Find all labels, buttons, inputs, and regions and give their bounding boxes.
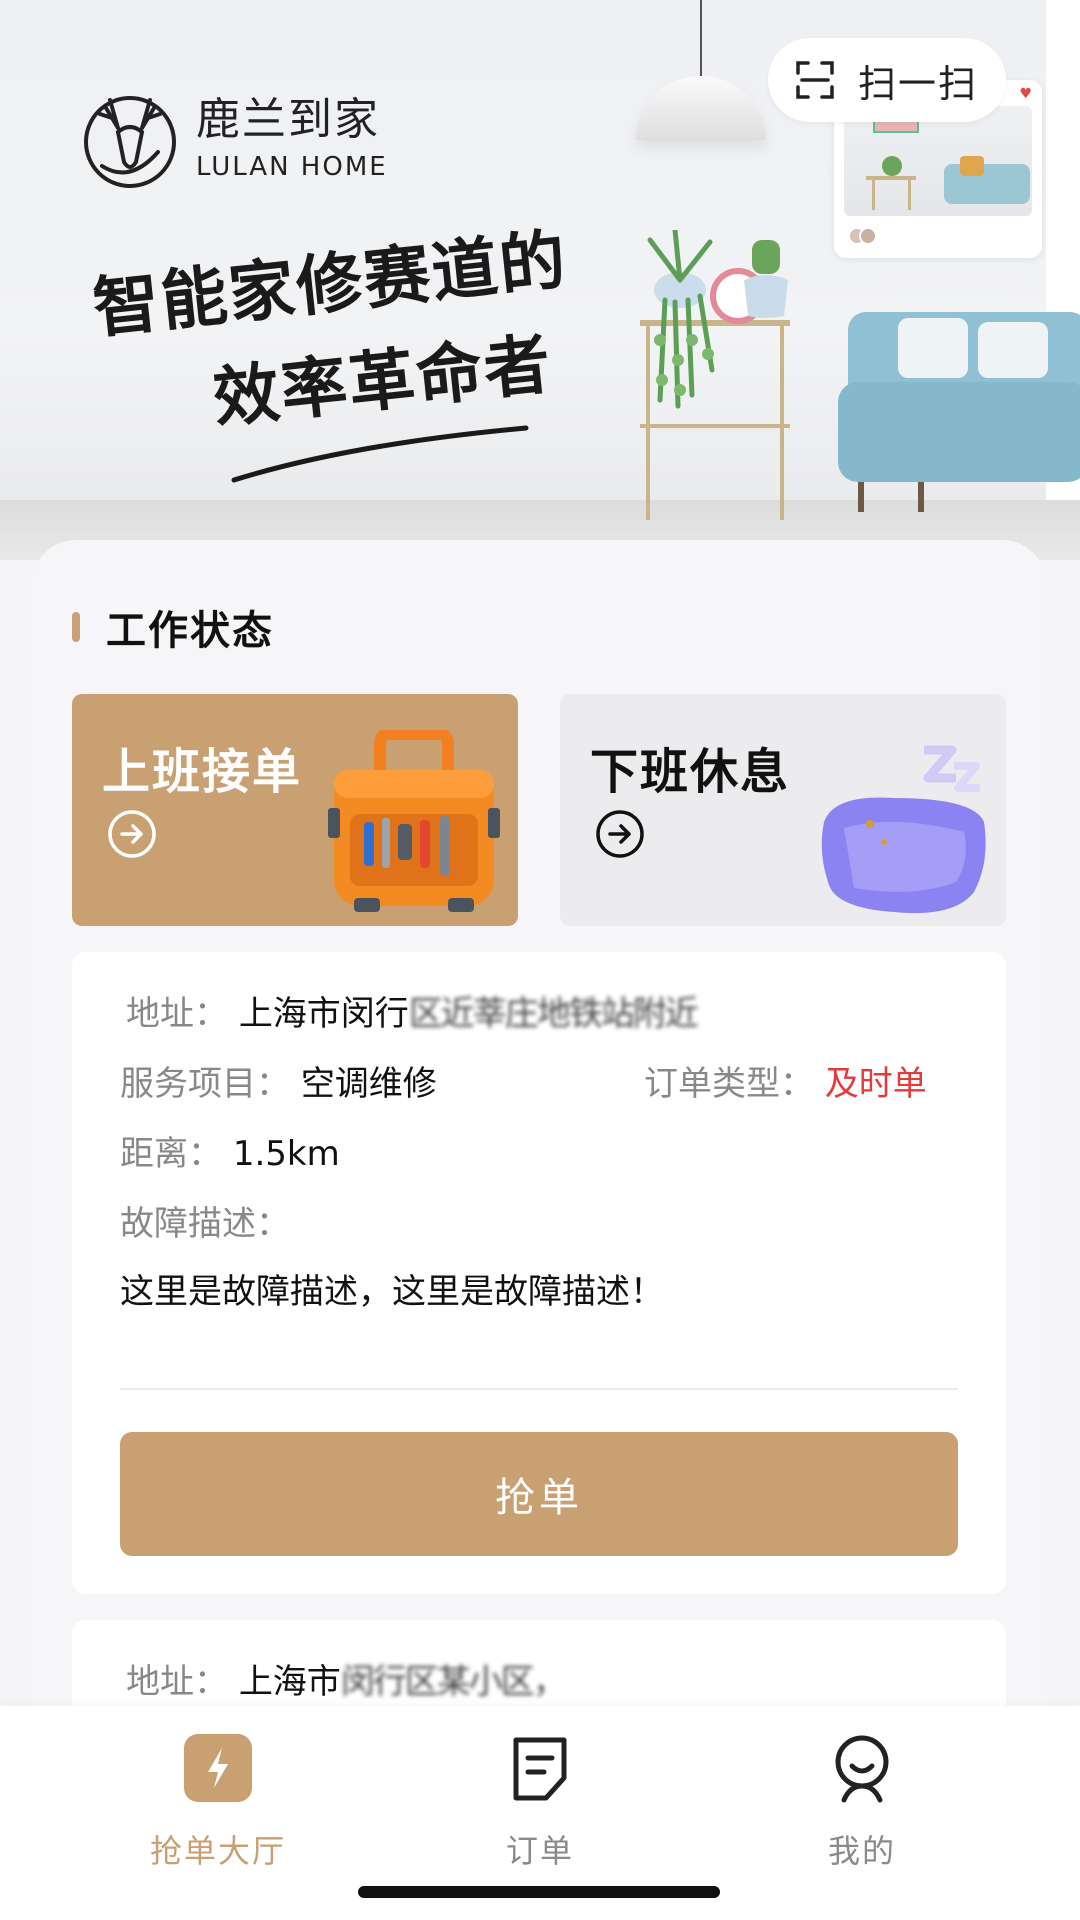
tab-label: 抢单大厅 bbox=[149, 1832, 286, 1870]
fault-label: 故障描述： bbox=[120, 1204, 290, 1244]
tab-orders[interactable]: 订单 bbox=[440, 1732, 640, 1872]
service-value: 空调维修 bbox=[300, 1064, 437, 1104]
heart-icon: ♥ bbox=[1019, 86, 1032, 102]
work-status-header: 工作状态 bbox=[72, 598, 274, 656]
fault-description: 这里是故障描述，这里是故障描述！ bbox=[120, 1272, 664, 1313]
address-blurred: 区近莘庄地铁站附近 bbox=[408, 994, 699, 1034]
address-blurred: 闵行区某小区， bbox=[340, 1662, 567, 1702]
brand-name-cn: 鹿兰到家 bbox=[196, 94, 380, 145]
person-icon bbox=[835, 1735, 889, 1803]
address-row: 地址： 上海市闵行区某小区， bbox=[126, 1662, 567, 1703]
distance-label: 距离： bbox=[120, 1134, 222, 1174]
lightning-icon bbox=[184, 1734, 252, 1802]
lamp-cord bbox=[700, 0, 702, 78]
hero-banner: 鹿兰到家 LULAN HOME 智能家修赛道的 效率革命者 ♥ 扫一扫 bbox=[0, 0, 1080, 560]
arrow-right-circle-icon bbox=[596, 810, 644, 858]
cactus-pot bbox=[744, 240, 788, 318]
tab-grab-hall[interactable]: 抢单大厅 bbox=[118, 1732, 318, 1872]
address-value: 上海市闵行 bbox=[238, 994, 409, 1034]
brand-logo: 鹿兰到家 LULAN HOME bbox=[82, 92, 388, 188]
tab-label: 我的 bbox=[827, 1832, 896, 1870]
off-duty-card[interactable]: 下班休息 bbox=[560, 694, 1006, 926]
on-duty-card[interactable]: 上班接单 bbox=[72, 694, 518, 926]
fault-label-row: 故障描述： bbox=[120, 1204, 290, 1245]
grab-order-button[interactable]: 抢单 bbox=[120, 1432, 958, 1556]
tab-label: 订单 bbox=[505, 1832, 574, 1870]
slogan-brush-stroke bbox=[231, 425, 529, 483]
card-divider bbox=[120, 1388, 958, 1390]
distance-value: 1.5km bbox=[232, 1134, 340, 1174]
arrow-right-circle-icon bbox=[108, 810, 156, 858]
address-value: 上海市 bbox=[238, 1662, 341, 1702]
home-indicator bbox=[358, 1886, 720, 1898]
pendant-lamp bbox=[636, 76, 766, 140]
order-card: 地址： 上海市闵行区近莘庄地铁站附近 服务项目： 空调维修 订单类型： 及时单 … bbox=[72, 952, 1006, 1594]
hanging-plant bbox=[647, 230, 715, 409]
avatar-stack-icon bbox=[848, 227, 877, 245]
fault-value: 这里是故障描述，这里是故障描述！ bbox=[120, 1272, 664, 1312]
off-duty-label: 下班休息 bbox=[590, 744, 791, 800]
on-duty-label: 上班接单 bbox=[102, 744, 303, 800]
distance-row: 距离： 1.5km bbox=[120, 1134, 340, 1175]
tab-mine[interactable]: 我的 bbox=[762, 1732, 962, 1872]
room-preview-image bbox=[844, 106, 1032, 216]
work-status-title: 工作状态 bbox=[106, 608, 274, 654]
address-row: 地址： 上海市闵行区近莘庄地铁站附近 bbox=[126, 994, 699, 1035]
section-accent-bar bbox=[72, 612, 80, 642]
order-type-row: 订单类型： 及时单 bbox=[644, 1064, 927, 1105]
address-label: 地址： bbox=[126, 1662, 228, 1702]
order-type-label: 订单类型： bbox=[644, 1064, 814, 1104]
order-doc-icon bbox=[513, 1737, 567, 1801]
deer-logo-icon bbox=[84, 96, 176, 188]
brand-name-en: LULAN HOME bbox=[196, 152, 388, 182]
service-row: 服务项目： 空调维修 bbox=[120, 1064, 437, 1105]
service-label: 服务项目： bbox=[120, 1064, 290, 1104]
moon-pillow-icon bbox=[821, 745, 986, 914]
scan-icon bbox=[796, 61, 834, 99]
sofa-decor bbox=[838, 312, 1080, 512]
scan-label: 扫一扫 bbox=[857, 61, 978, 106]
scan-button[interactable]: 扫一扫 bbox=[768, 38, 1006, 122]
order-type-value: 及时单 bbox=[824, 1064, 927, 1104]
toolbox-icon bbox=[328, 730, 500, 912]
address-label: 地址： bbox=[126, 994, 228, 1034]
